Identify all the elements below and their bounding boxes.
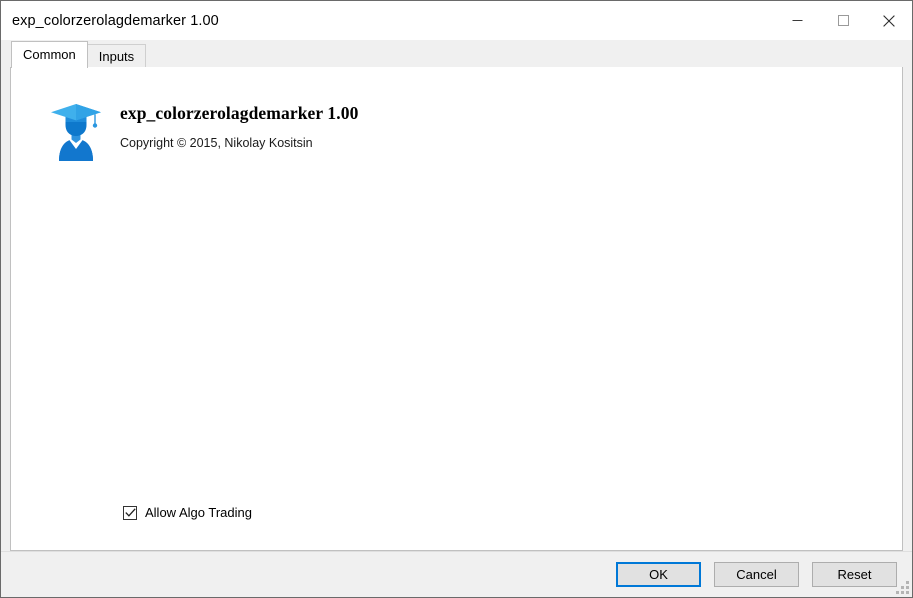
product-name: exp_colorzerolagdemarker 1.00 bbox=[120, 103, 359, 123]
reset-button[interactable]: Reset bbox=[812, 562, 897, 587]
allow-algo-trading-checkbox[interactable] bbox=[123, 505, 137, 520]
minimize-icon bbox=[792, 20, 802, 21]
allow-algo-trading-row[interactable]: Allow Algo Trading bbox=[123, 505, 252, 520]
dialog-footer: OK Cancel Reset bbox=[1, 551, 912, 597]
tab-inputs[interactable]: Inputs bbox=[86, 44, 147, 67]
window-title: exp_colorzerolagdemarker 1.00 bbox=[12, 12, 219, 29]
tab-inputs-label: Inputs bbox=[98, 48, 135, 64]
product-copyright: Copyright © 2015, Nikolay Kositsin bbox=[120, 136, 313, 150]
product-text-block: exp_colorzerolagdemarker 1.00 Copyright … bbox=[120, 99, 358, 150]
resize-grip-icon[interactable] bbox=[896, 581, 909, 594]
allow-algo-trading-label: Allow Algo Trading bbox=[145, 505, 252, 520]
tab-common-label: Common bbox=[23, 47, 76, 62]
product-header: exp_colorzerolagdemarker 1.00 Copyright … bbox=[49, 99, 358, 161]
expert-properties-window: ........ exp_colorzerolagdemarker 1.00 bbox=[0, 0, 913, 598]
common-tab-panel: exp_colorzerolagdemarker 1.00 Copyright … bbox=[10, 67, 903, 551]
maximize-button[interactable] bbox=[820, 1, 866, 40]
ok-button-label: OK bbox=[649, 567, 668, 582]
cancel-button[interactable]: Cancel bbox=[714, 562, 799, 587]
minimize-button[interactable] bbox=[774, 1, 820, 40]
tab-common[interactable]: Common bbox=[11, 41, 88, 68]
caption-button-group bbox=[774, 1, 912, 40]
close-button[interactable] bbox=[866, 1, 912, 40]
reset-button-label: Reset bbox=[837, 567, 872, 582]
expert-advisor-graduation-cap-icon bbox=[49, 99, 103, 161]
tab-content-wrapper: exp_colorzerolagdemarker 1.00 Copyright … bbox=[1, 67, 912, 551]
checkmark-icon bbox=[124, 508, 136, 517]
close-icon bbox=[883, 14, 895, 27]
tab-strip: Common Inputs bbox=[1, 40, 912, 68]
cancel-button-label: Cancel bbox=[736, 567, 777, 582]
maximize-icon bbox=[837, 15, 849, 26]
ok-button[interactable]: OK bbox=[616, 562, 701, 587]
title-bar: exp_colorzerolagdemarker 1.00 bbox=[1, 1, 912, 40]
